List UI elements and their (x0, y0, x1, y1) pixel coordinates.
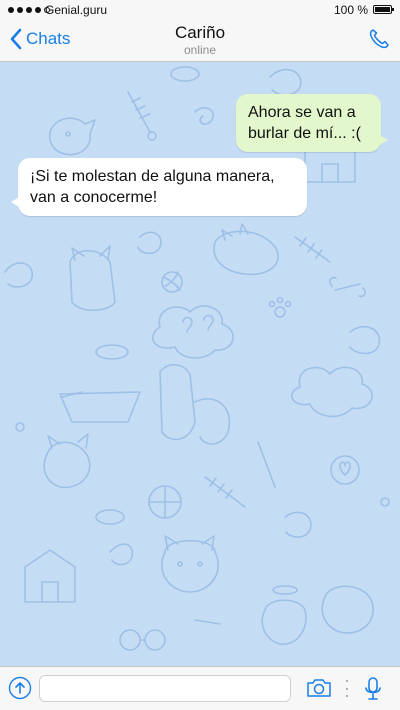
battery-icon (373, 5, 394, 14)
back-button[interactable]: Chats (10, 28, 70, 50)
status-bar: Genial.guru 100 % (0, 0, 400, 20)
back-button-label: Chats (26, 29, 71, 48)
carrier-name: Genial.guru (45, 3, 108, 17)
phone-icon (369, 29, 389, 49)
contact-status: online (183, 43, 217, 57)
divider (345, 680, 348, 697)
chevron-left-icon (10, 28, 22, 50)
chat-header[interactable]: Cariño online (100, 23, 300, 57)
contact-name: Cariño (174, 23, 226, 42)
incoming-message[interactable]: ¡Si te molestan de alguna manera, van a … (11, 158, 307, 216)
attach-arrow-up-icon (8, 676, 32, 700)
call-button[interactable] (368, 28, 390, 55)
attach-button[interactable] (8, 676, 32, 705)
message-input[interactable] (39, 675, 291, 702)
battery-percentage: 100 % (333, 3, 368, 17)
chat-wallpaper (4, 66, 390, 651)
outgoing-message[interactable]: Ahora se van a burlar de mí... :( (236, 94, 388, 152)
chat-area[interactable]: Ahora se van a burlar de mí... :( ¡Si te… (0, 62, 400, 666)
camera-icon (307, 679, 331, 697)
signal-strength-icon (8, 7, 50, 13)
message-composer (0, 666, 400, 710)
camera-button[interactable] (306, 677, 332, 704)
navigation-bar: Chats Cariño online (0, 20, 400, 62)
microphone-icon (365, 677, 381, 700)
microphone-button[interactable] (364, 676, 382, 707)
